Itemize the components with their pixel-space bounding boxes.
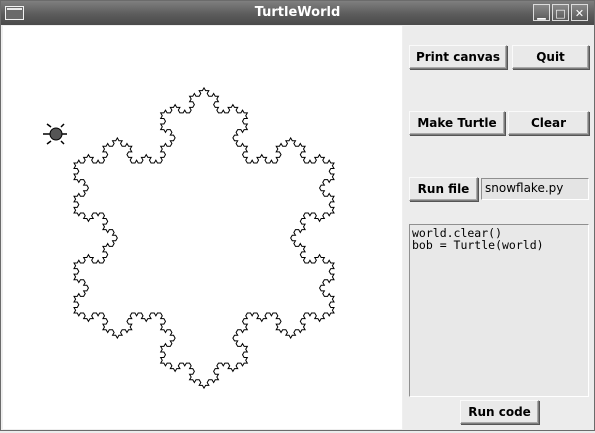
window-title: TurtleWorld — [254, 5, 341, 20]
title-bar[interactable]: TurtleWorld ▁ □ ✕ — [1, 1, 594, 25]
koch-snowflake-path — [73, 86, 335, 390]
print-canvas-button[interactable]: Print canvas — [409, 45, 507, 69]
turtle-icon — [43, 123, 67, 145]
code-editor[interactable]: world.clear() bob = Turtle(world) — [409, 224, 589, 397]
maximize-button[interactable]: □ — [552, 4, 569, 21]
minimize-button[interactable]: ▁ — [533, 4, 550, 21]
filename-input[interactable]: snowflake.py — [481, 178, 589, 200]
quit-button[interactable]: Quit — [512, 45, 589, 69]
make-turtle-button[interactable]: Make Turtle — [409, 111, 505, 135]
close-button[interactable]: ✕ — [571, 4, 588, 21]
control-panel: Print canvas Quit Make Turtle Clear Run … — [403, 26, 594, 430]
drawing-canvas[interactable] — [3, 26, 402, 429]
run-code-button[interactable]: Run code — [460, 400, 539, 424]
canvas-svg — [43, 86, 335, 390]
run-file-button[interactable]: Run file — [409, 177, 478, 201]
clear-button[interactable]: Clear — [508, 111, 589, 135]
turtleworld-window: TurtleWorld ▁ □ ✕ Print canvas Quit Make… — [0, 0, 595, 431]
